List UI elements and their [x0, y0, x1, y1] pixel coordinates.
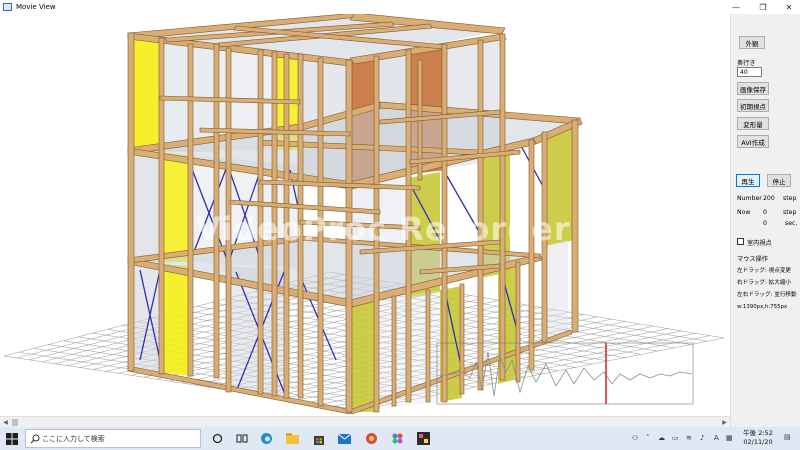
clock-date: 02/11/20	[743, 438, 773, 446]
avi-export-button-label: AVI作成	[741, 138, 765, 147]
recorder-watermark: VideoProc Recorder	[196, 210, 571, 248]
reset-view-button[interactable]: 初期視点	[737, 99, 769, 112]
app-icon-1[interactable]	[364, 431, 379, 446]
close-button[interactable]: ✕	[776, 0, 800, 14]
task-view-icon[interactable]	[234, 431, 249, 446]
deformation-button-label: 変形量	[743, 120, 763, 129]
file-explorer-icon[interactable]	[285, 431, 300, 446]
control-panel: 外観 奥行き 画像保存 初期視点 変形量 AVI作成 再生 停止 Number …	[730, 14, 800, 427]
mouse-ops-heading: マウス操作	[737, 256, 768, 263]
seconds-value: 0	[763, 220, 767, 227]
indoor-view-label: 室内視点	[747, 240, 772, 247]
3d-viewport[interactable]: VideoProc Recorder	[0, 14, 730, 416]
battery-icon[interactable]: ▭	[672, 434, 679, 442]
indoor-view-checkbox[interactable]	[737, 238, 744, 245]
app-icon-2[interactable]	[390, 431, 405, 446]
response-wave-plot	[436, 342, 694, 405]
play-button[interactable]: 再生	[736, 174, 760, 187]
system-tray: ⚇ ˄ ☁ ▭ ≋ ♪ A ▦ 午後 2:52 02/11/20 ▤	[630, 427, 800, 450]
maximize-icon: ❐	[759, 2, 767, 12]
volume-icon[interactable]: ♪	[700, 434, 704, 442]
cloud-icon[interactable]: ☁	[658, 434, 665, 442]
now-label: Now	[737, 209, 751, 216]
minimize-button[interactable]: —	[723, 0, 749, 14]
notification-icon[interactable]: ▤	[784, 433, 791, 441]
scroll-thumb[interactable]	[12, 419, 18, 426]
maximize-button[interactable]: ❐	[750, 0, 776, 14]
now-value: 0	[763, 209, 767, 216]
depth-input[interactable]	[737, 67, 762, 77]
number-value: 200	[763, 195, 775, 202]
mouse-right-drag-help: 右ドラッグ: 拡大縮小	[737, 280, 792, 286]
mouse-left-drag-help: 左ドラッグ: 視点変更	[737, 268, 792, 274]
start-button[interactable]	[0, 427, 24, 450]
save-image-button[interactable]: 画像保存	[737, 82, 769, 95]
exterior-button-label: 外観	[745, 39, 759, 48]
seconds-unit: sec.	[785, 220, 798, 227]
edge-icon[interactable]	[259, 431, 274, 446]
window-app-icon	[3, 3, 12, 11]
canvas-size-text: w:1390px,h:755px	[737, 304, 788, 310]
deformation-button[interactable]: 変形量	[737, 117, 769, 130]
taskbar-clock[interactable]: 午後 2:52 02/11/20	[738, 429, 778, 447]
title-bar: Movie View — ❐ ✕	[0, 0, 800, 14]
grid-line	[33, 348, 394, 404]
stop-button-label: 停止	[772, 177, 786, 186]
avi-export-button[interactable]: AVI作成	[737, 135, 769, 148]
search-icon	[30, 434, 40, 444]
store-icon[interactable]	[311, 431, 326, 446]
taskbar-search-box[interactable]: ここに入力して検索	[25, 429, 201, 448]
reset-view-button-label: 初期視点	[740, 102, 766, 111]
cortana-icon[interactable]	[210, 431, 225, 446]
number-unit: step	[783, 195, 797, 202]
keyboard-icon[interactable]: ▦	[726, 434, 733, 442]
minimize-icon: —	[732, 2, 740, 12]
wifi-icon[interactable]: ≋	[686, 434, 692, 442]
now-unit: step	[783, 209, 797, 216]
chevron-up-icon[interactable]: ˄	[646, 434, 650, 442]
windows-logo-icon	[6, 432, 18, 445]
play-button-label: 再生	[741, 177, 755, 186]
number-label: Number	[737, 195, 762, 202]
horizontal-scrollbar[interactable]: ◀ ▶	[0, 416, 730, 427]
stop-button[interactable]: 停止	[767, 174, 791, 187]
window-title: Movie View	[16, 3, 56, 11]
app-icon-3[interactable]	[416, 431, 431, 446]
exterior-button[interactable]: 外観	[739, 36, 765, 49]
ime-mode-icon[interactable]: A	[714, 434, 719, 442]
depth-label: 奥行き	[737, 60, 756, 67]
mail-icon[interactable]	[337, 431, 352, 446]
clock-ampm: 午後	[743, 429, 757, 437]
clock-time: 2:52	[758, 429, 773, 437]
search-placeholder: ここに入力して検索	[42, 434, 105, 443]
save-image-button-label: 画像保存	[740, 85, 766, 94]
windows-taskbar: ここに入力して検索 ⚇ ˄ ☁ ▭ ≋ ♪ A ▦ 午後 2:52 02/11/…	[0, 427, 800, 450]
people-icon[interactable]: ⚇	[632, 434, 638, 442]
close-icon: ✕	[785, 2, 793, 12]
mouse-both-drag-help: 左右ドラッグ: 並行移動	[737, 292, 797, 298]
